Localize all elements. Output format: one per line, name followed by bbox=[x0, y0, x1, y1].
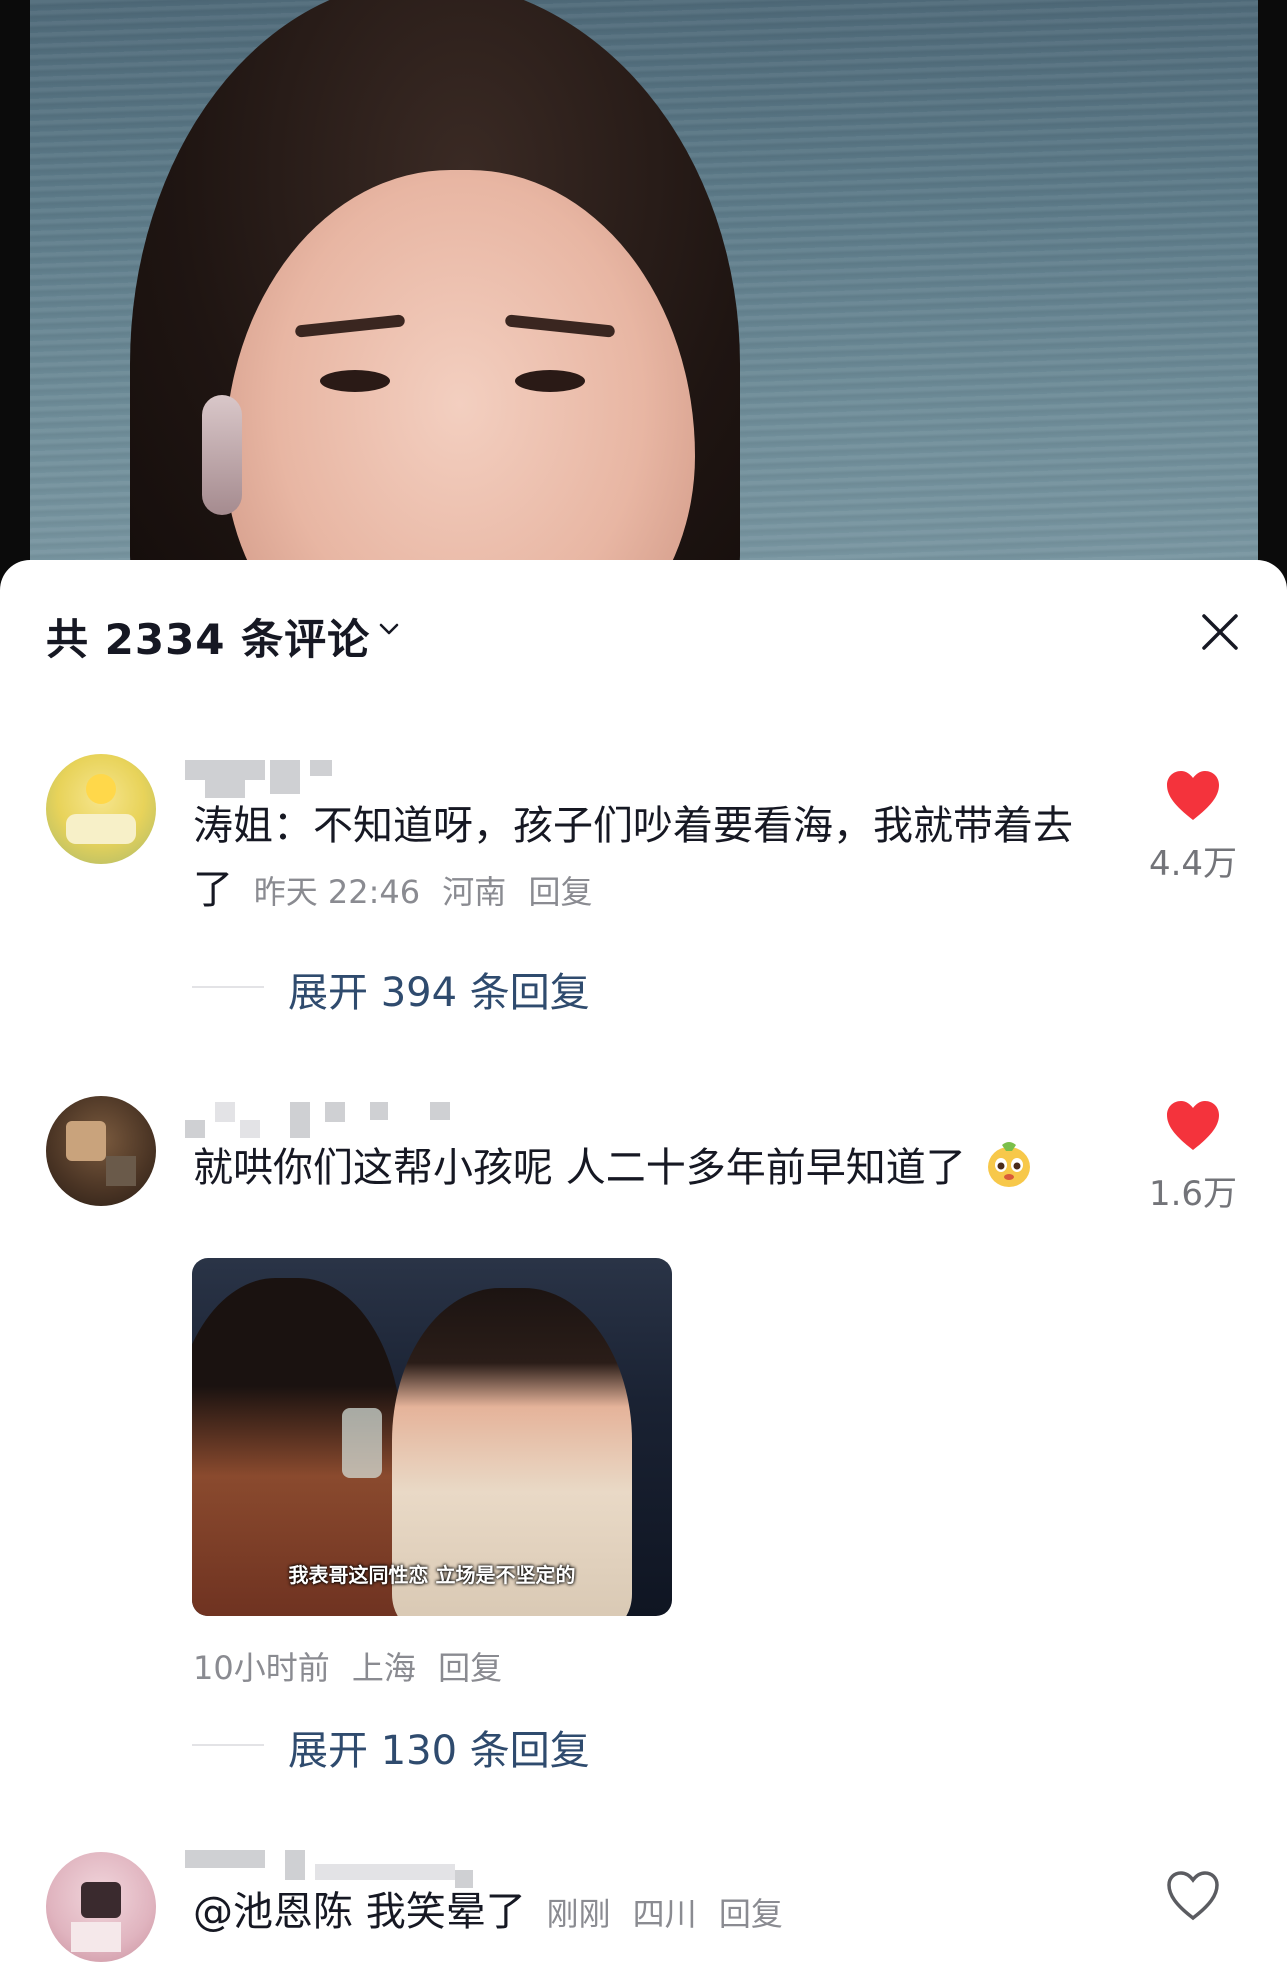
comment-location: 上海 bbox=[351, 1649, 416, 1687]
expand-divider bbox=[192, 1744, 264, 1746]
avatar[interactable] bbox=[46, 1096, 156, 1206]
comment-text: @池恩陈 我笑晕了 bbox=[193, 1889, 526, 1935]
comment-item: @池恩陈 我笑晕了 刚刚 四川 回复 bbox=[0, 1840, 1287, 1975]
video-player[interactable] bbox=[0, 0, 1287, 600]
video-frame bbox=[30, 0, 1258, 600]
image-subtitle: 我表哥这同性恋 立场是不坚定的 bbox=[288, 1563, 576, 1587]
comment-body: 就哄你们这帮小孩呢 人二十多年前早知道了 bbox=[193, 1136, 1103, 1200]
comment-time: 刚刚 bbox=[546, 1895, 611, 1933]
reply-button[interactable]: 回复 bbox=[438, 1649, 502, 1687]
like-count: 4.4万 bbox=[1148, 844, 1238, 884]
close-icon[interactable] bbox=[1196, 608, 1244, 656]
expand-replies-button[interactable]: 展开 130 条回复 bbox=[192, 1718, 692, 1774]
comment-sheet: 共 2334 条评论 涛姐：不知道呀，孩子们吵着要看海，我就带着去了 昨天 22… bbox=[0, 560, 1287, 1975]
avatar[interactable] bbox=[46, 754, 156, 864]
heart-outline-icon bbox=[1167, 1871, 1219, 1921]
comment-image[interactable]: 我表哥这同性恋 立场是不坚定的 bbox=[192, 1258, 672, 1616]
expand-replies-label: 展开 130 条回复 bbox=[288, 1728, 590, 1774]
image-background-light bbox=[342, 1408, 382, 1478]
reply-button[interactable]: 回复 bbox=[719, 1895, 783, 1933]
like-button[interactable]: 4.4万 bbox=[1133, 770, 1253, 885]
eyebrow-left bbox=[294, 314, 406, 338]
like-button[interactable]: 1.6万 bbox=[1133, 1100, 1253, 1215]
comment-count-title[interactable]: 共 2334 条评论 bbox=[46, 606, 370, 667]
comment-text: 就哄你们这帮小孩呢 人二十多年前早知道了 bbox=[193, 1145, 966, 1191]
avatar[interactable] bbox=[46, 1852, 156, 1962]
heart-filled-icon bbox=[1167, 771, 1219, 820]
comment-body: @池恩陈 我笑晕了 刚刚 四川 回复 bbox=[193, 1880, 1103, 1946]
chevron-down-icon[interactable] bbox=[376, 616, 402, 642]
like-count: 1.6万 bbox=[1148, 1174, 1238, 1214]
video-subject-earring bbox=[202, 395, 242, 515]
eyebrow-right bbox=[504, 314, 616, 338]
comment-location: 四川 bbox=[632, 1895, 697, 1933]
eye-right bbox=[515, 370, 585, 392]
comment-time: 10小时前 bbox=[193, 1649, 330, 1687]
heart-filled-icon bbox=[1167, 1101, 1219, 1150]
comment-meta: 10小时前 上海 回复 bbox=[193, 1644, 1103, 1692]
eye-left bbox=[320, 370, 390, 392]
comment-sheet-header: 共 2334 条评论 bbox=[0, 560, 1287, 700]
comment-item: 就哄你们这帮小孩呢 人二十多年前早知道了 我表哥这同性恋 立场是不坚定的 10小… bbox=[0, 880, 1287, 1780]
sticker-emoji-icon bbox=[988, 1142, 1031, 1187]
like-button[interactable] bbox=[1133, 1870, 1253, 1922]
